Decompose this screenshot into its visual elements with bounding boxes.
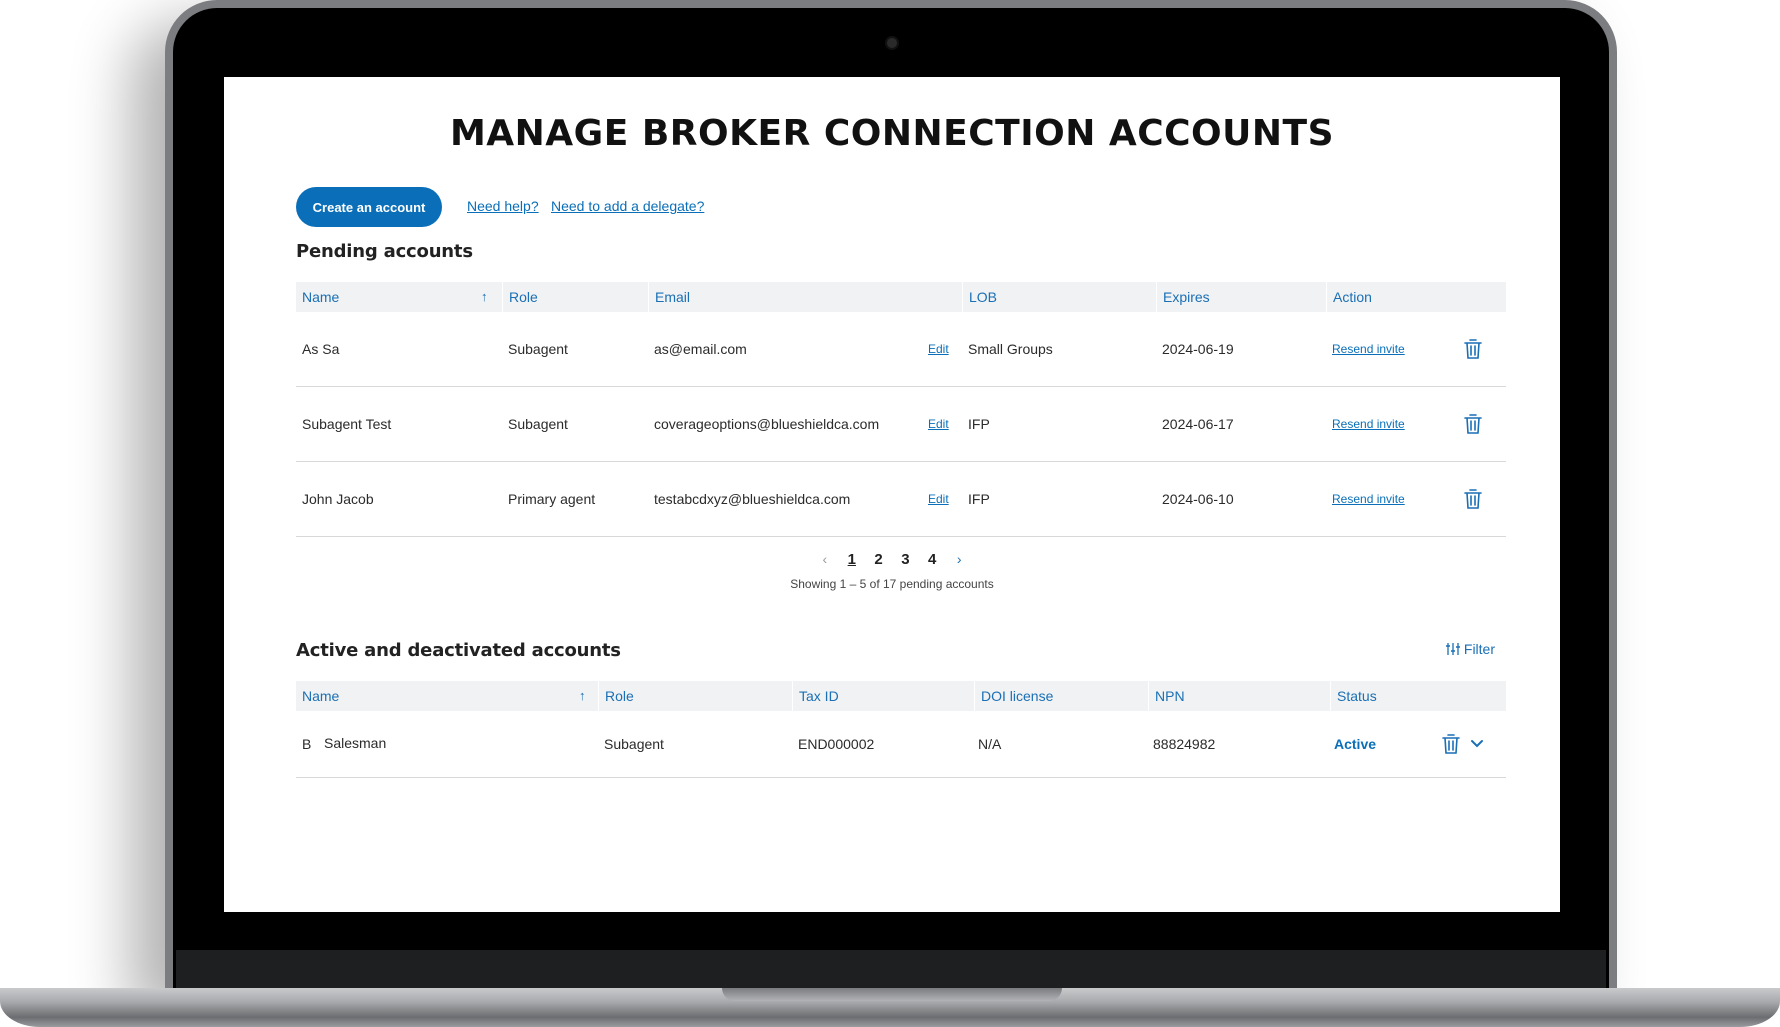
column-header-name[interactable]: Name ↑: [296, 681, 598, 711]
table-row[interactable]: B Salesman Subagent END000002 N/A 888249…: [296, 711, 1506, 778]
cell-email: testabcdxyz@blueshieldca.com: [654, 491, 851, 507]
column-header-role: Role: [502, 282, 648, 312]
column-header-action: Action: [1326, 282, 1506, 312]
column-header-npn: NPN: [1148, 681, 1330, 711]
cell-doi-license: N/A: [978, 736, 1002, 752]
pagination: ‹ 1 2 3 4 ›: [224, 551, 1560, 569]
chevron-left-icon[interactable]: ‹: [823, 551, 828, 567]
page-button-4[interactable]: 4: [928, 551, 936, 568]
table-header: Name ↑ Role Tax ID DOI license NPN Statu…: [296, 681, 1506, 711]
column-header-label: Name: [302, 289, 340, 305]
trash-icon[interactable]: [1464, 489, 1482, 509]
page-title: MANAGE BROKER CONNECTION ACCOUNTS: [449, 113, 1334, 154]
table-header: Name ↑ Role Email LOB Expires Action: [296, 282, 1506, 312]
filter-label: Filter: [1463, 641, 1496, 657]
cell-initial: B: [302, 736, 312, 752]
cell-tax-id: END000002: [798, 736, 875, 752]
trash-icon[interactable]: [1442, 734, 1460, 754]
cell-npn: 88824982: [1153, 736, 1216, 752]
pagination-summary: Showing 1 – 5 of 17 pending accounts: [790, 577, 994, 591]
cell-name: John Jacob: [302, 491, 374, 507]
filter-button[interactable]: Filter: [1446, 641, 1495, 657]
page-button-2[interactable]: 2: [874, 551, 882, 568]
resend-invite-link[interactable]: Resend invite: [1332, 462, 1405, 536]
cell-name: Subagent Test: [302, 416, 392, 432]
resend-invite-link[interactable]: Resend invite: [1332, 312, 1405, 386]
resend-invite-link[interactable]: Resend invite: [1332, 387, 1405, 461]
cell-role: Primary agent: [508, 491, 596, 507]
sliders-icon: [1446, 643, 1460, 655]
edit-email-link[interactable]: Edit: [928, 312, 949, 386]
arrow-up-icon[interactable]: ↑: [481, 282, 488, 312]
column-header-lob: LOB: [962, 282, 1156, 312]
cell-expires: 2024-06-17: [1162, 416, 1234, 432]
screen: MANAGE BROKER CONNECTION ACCOUNTS Create…: [224, 77, 1560, 912]
chevron-down-icon[interactable]: [1470, 739, 1484, 749]
trash-icon[interactable]: [1464, 339, 1482, 359]
column-header-role: Role: [598, 681, 792, 711]
column-header-expires: Expires: [1156, 282, 1326, 312]
active-accounts-title: Active and deactivated accounts: [296, 640, 621, 661]
cell-expires: 2024-06-19: [1162, 341, 1234, 357]
cell-name: As Sa: [302, 341, 340, 357]
need-help-link[interactable]: Need help?: [467, 198, 539, 214]
trash-icon[interactable]: [1464, 414, 1482, 434]
column-header-status: Status: [1330, 681, 1506, 711]
edit-email-link[interactable]: Edit: [928, 462, 949, 536]
camera-icon: [887, 38, 897, 48]
column-header-doi-license: DOI license: [974, 681, 1148, 711]
page-button-1[interactable]: 1: [848, 551, 856, 568]
cell-name: Salesman: [324, 735, 387, 751]
status-badge: Active: [1334, 736, 1377, 752]
pending-accounts-table: Name ↑ Role Email LOB Expires Action As …: [296, 282, 1506, 537]
laptop-chin: [176, 950, 1606, 990]
column-header-tax-id: Tax ID: [792, 681, 974, 711]
cell-lob: IFP: [968, 491, 990, 507]
table-row: As Sa Subagent as@email.com Edit Small G…: [296, 312, 1506, 387]
column-header-name[interactable]: Name ↑: [296, 282, 502, 312]
pending-accounts-title: Pending accounts: [296, 241, 473, 262]
create-account-button[interactable]: Create an account: [296, 187, 442, 227]
arrow-up-icon[interactable]: ↑: [579, 681, 586, 711]
chevron-right-icon[interactable]: ›: [957, 551, 962, 567]
page-button-3[interactable]: 3: [901, 551, 909, 568]
active-accounts-table: Name ↑ Role Tax ID DOI license NPN Statu…: [296, 681, 1506, 778]
laptop-notch: [722, 988, 1062, 1001]
edit-email-link[interactable]: Edit: [928, 387, 949, 461]
cell-email: coverageoptions@blueshieldca.com: [654, 416, 880, 432]
cell-lob: Small Groups: [968, 341, 1053, 357]
table-row: John Jacob Primary agent testabcdxyz@blu…: [296, 462, 1506, 537]
cell-email: as@email.com: [654, 341, 747, 357]
cell-expires: 2024-06-10: [1162, 491, 1234, 507]
cell-role: Subagent: [508, 341, 568, 357]
cell-role: Subagent: [604, 736, 664, 752]
cell-lob: IFP: [968, 416, 990, 432]
column-header-email: Email: [648, 282, 962, 312]
cell-role: Subagent: [508, 416, 568, 432]
column-header-label: Name: [302, 688, 340, 704]
table-row: Subagent Test Subagent coverageoptions@b…: [296, 387, 1506, 462]
add-delegate-link[interactable]: Need to add a delegate?: [551, 198, 704, 214]
